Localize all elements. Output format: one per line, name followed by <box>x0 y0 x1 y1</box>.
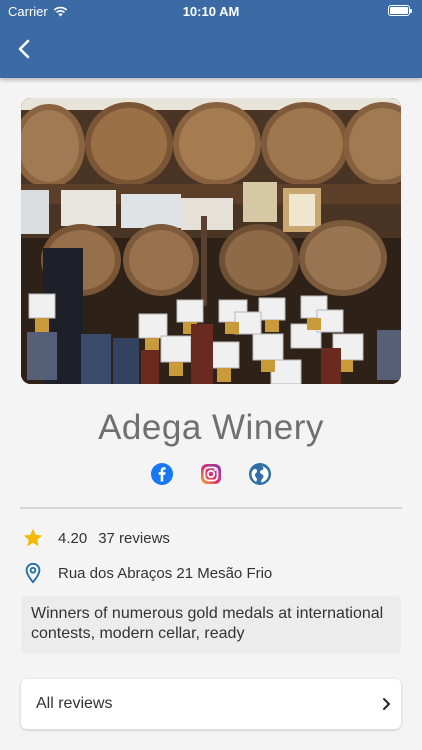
instagram-icon <box>201 464 221 484</box>
description-box: Winners of numerous gold medals at inter… <box>21 596 401 654</box>
instagram-link[interactable] <box>199 462 223 486</box>
back-button[interactable] <box>8 32 40 66</box>
app-bar: Carrier 10:10 AM <box>0 0 422 78</box>
chevron-right-icon <box>383 698 390 710</box>
social-links <box>0 462 422 488</box>
rating-value: 4.20 <box>58 529 88 547</box>
rating-row: 4.20 37 reviews <box>22 527 170 549</box>
section-divider <box>20 507 402 509</box>
location-pin-icon <box>25 562 41 584</box>
all-reviews-label: All reviews <box>36 695 113 712</box>
star-icon <box>23 528 43 547</box>
website-link[interactable] <box>248 462 272 486</box>
facebook-link[interactable] <box>150 462 174 486</box>
description-text: Winners of numerous gold medals at inter… <box>31 605 384 642</box>
address-row: Rua dos Abraços 21 Mesão Frio <box>22 562 272 584</box>
winery-name: Adega Winery <box>98 408 324 447</box>
status-time: 10:10 AM <box>182 4 240 19</box>
status-bar: Carrier 10:10 AM <box>0 0 422 22</box>
globe-icon <box>249 463 271 485</box>
battery-icon <box>388 5 412 16</box>
address-text: Rua dos Abraços 21 Mesão Frio <box>58 564 273 582</box>
all-reviews-button[interactable]: All reviews <box>21 679 401 729</box>
facebook-icon <box>151 463 173 485</box>
reviews-count: 37 reviews <box>98 529 170 547</box>
winery-details: Adega Winery 4.20 37 reviews Rua dos Abr… <box>0 78 422 750</box>
chevron-left-icon <box>18 39 30 59</box>
winery-photo <box>21 98 401 384</box>
